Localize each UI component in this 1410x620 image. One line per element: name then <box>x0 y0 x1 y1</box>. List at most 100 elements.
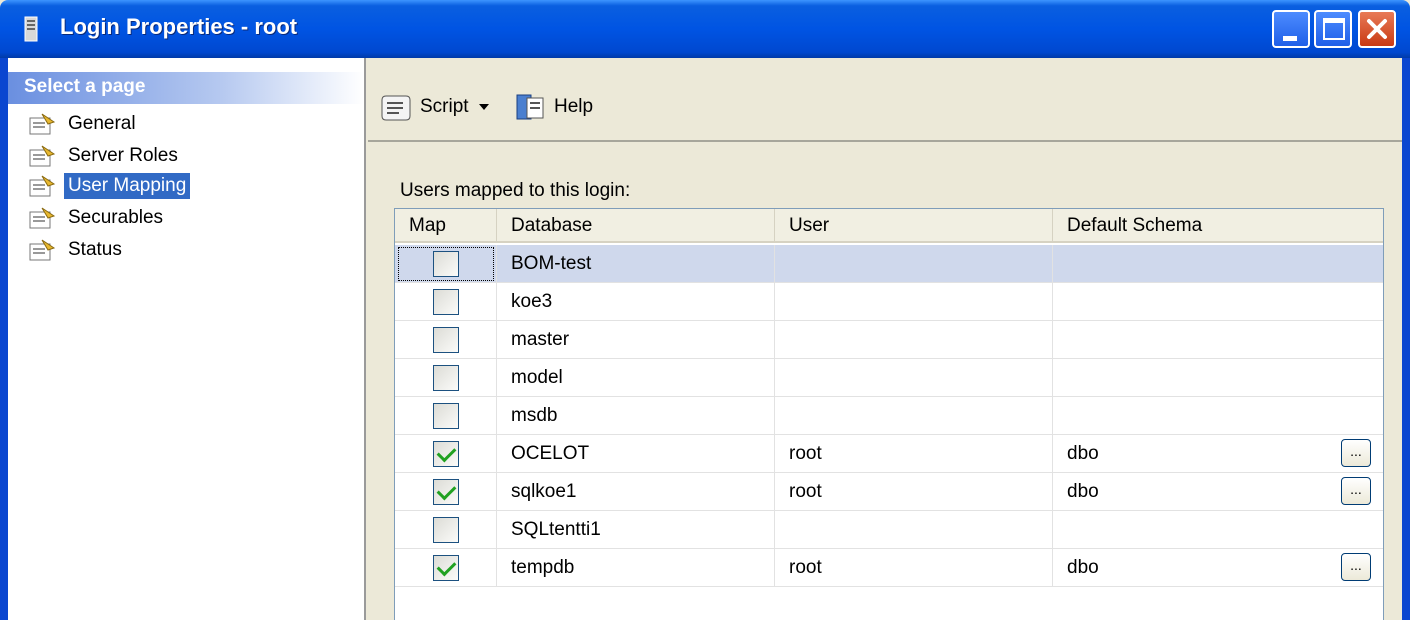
map-checkbox[interactable] <box>433 365 459 391</box>
map-checkbox[interactable] <box>433 403 459 429</box>
user-cell[interactable] <box>775 359 1053 397</box>
column-header-database[interactable]: Database <box>497 209 775 243</box>
sidebar-item-server-roles[interactable]: Server Roles <box>28 142 182 170</box>
map-checkbox[interactable] <box>433 441 459 467</box>
script-label: Script <box>420 96 469 117</box>
minimize-button[interactable] <box>1272 10 1310 48</box>
help-label: Help <box>554 96 594 117</box>
column-header-map[interactable]: Map <box>395 209 497 243</box>
map-cell[interactable] <box>395 397 497 435</box>
table-row[interactable]: SQLtentti1 <box>395 511 1383 549</box>
user-cell[interactable]: root <box>775 549 1053 587</box>
schema-cell[interactable]: dbo <box>1053 549 1383 587</box>
close-icon <box>1367 19 1387 39</box>
minimize-icon <box>1283 36 1297 41</box>
table-row[interactable]: msdb <box>395 397 1383 435</box>
table-row[interactable]: OCELOT root dbo ... <box>395 435 1383 473</box>
sidebar-item-label: Securables <box>68 207 164 228</box>
map-checkbox[interactable] <box>433 289 459 315</box>
database-cell[interactable]: OCELOT <box>497 435 775 473</box>
sidebar-item-securables[interactable]: Securables <box>28 204 167 232</box>
window-frame-left <box>0 58 8 620</box>
database-cell[interactable]: master <box>497 321 775 359</box>
map-cell[interactable] <box>395 511 497 549</box>
database-cell[interactable]: sqlkoe1 <box>497 473 775 511</box>
map-cell[interactable] <box>395 549 497 587</box>
database-cell[interactable]: tempdb <box>497 549 775 587</box>
properties-page-icon <box>29 175 56 197</box>
sidebar-item-label: Server Roles <box>68 145 178 166</box>
schema-value: dbo <box>1067 557 1099 578</box>
map-checkbox[interactable] <box>433 251 459 277</box>
properties-page-icon <box>29 113 56 135</box>
script-icon <box>381 95 411 121</box>
toolbar: Script Help <box>368 72 1402 142</box>
title-bar[interactable]: Login Properties - root <box>0 0 1410 58</box>
browse-schema-button[interactable]: ... <box>1341 439 1371 467</box>
schema-value: dbo <box>1067 481 1099 502</box>
table-row[interactable]: master <box>395 321 1383 359</box>
user-cell[interactable]: root <box>775 473 1053 511</box>
maximize-button[interactable] <box>1314 10 1352 48</box>
user-mapping-grid[interactable]: Map Database User Default Schema BOM-tes… <box>394 208 1384 620</box>
schema-cell[interactable] <box>1053 397 1383 435</box>
user-cell[interactable] <box>775 245 1053 283</box>
server-icon <box>24 16 38 42</box>
map-cell[interactable] <box>395 359 497 397</box>
map-cell[interactable] <box>395 321 497 359</box>
properties-page-icon <box>29 207 56 229</box>
schema-cell[interactable] <box>1053 321 1383 359</box>
user-cell[interactable] <box>775 397 1053 435</box>
map-checkbox[interactable] <box>433 555 459 581</box>
map-cell[interactable] <box>395 435 497 473</box>
schema-cell[interactable] <box>1053 511 1383 549</box>
browse-schema-button[interactable]: ... <box>1341 553 1371 581</box>
script-button[interactable]: Script <box>380 92 489 122</box>
help-button[interactable]: Help <box>514 92 593 122</box>
sidebar-item-status[interactable]: Status <box>28 236 126 264</box>
schema-cell[interactable] <box>1053 283 1383 321</box>
close-button[interactable] <box>1358 10 1396 48</box>
sidebar-item-label: General <box>68 113 136 134</box>
schema-cell[interactable]: dbo <box>1053 473 1383 511</box>
window-frame-right <box>1402 58 1410 620</box>
schema-cell[interactable] <box>1053 359 1383 397</box>
column-header-user[interactable]: User <box>775 209 1053 243</box>
user-cell[interactable] <box>775 511 1053 549</box>
map-checkbox[interactable] <box>433 327 459 353</box>
table-row[interactable]: sqlkoe1 root dbo ... <box>395 473 1383 511</box>
browse-schema-button[interactable]: ... <box>1341 477 1371 505</box>
map-cell[interactable] <box>395 245 497 283</box>
help-icon <box>516 94 544 120</box>
map-cell[interactable] <box>395 283 497 321</box>
table-row[interactable]: koe3 <box>395 283 1383 321</box>
user-cell[interactable]: root <box>775 435 1053 473</box>
schema-cell[interactable]: dbo <box>1053 435 1383 473</box>
schema-cell[interactable] <box>1053 245 1383 283</box>
chevron-down-icon[interactable] <box>478 104 489 110</box>
sidebar-item-label: User Mapping <box>64 173 191 199</box>
properties-page-icon <box>29 239 56 261</box>
map-cell[interactable] <box>395 473 497 511</box>
database-cell[interactable]: SQLtentti1 <box>497 511 775 549</box>
schema-value: dbo <box>1067 443 1099 464</box>
column-header-default-schema[interactable]: Default Schema <box>1053 209 1383 243</box>
map-checkbox[interactable] <box>433 517 459 543</box>
select-page-header: Select a page <box>8 72 364 104</box>
database-cell[interactable]: BOM-test <box>497 245 775 283</box>
sidebar-item-user-mapping[interactable]: User Mapping <box>28 172 191 200</box>
database-cell[interactable]: koe3 <box>497 283 775 321</box>
table-row[interactable]: model <box>395 359 1383 397</box>
database-cell[interactable]: msdb <box>497 397 775 435</box>
sidebar-item-general[interactable]: General <box>28 110 140 138</box>
sidebar-item-label: Status <box>68 239 122 260</box>
user-cell[interactable] <box>775 283 1053 321</box>
users-mapped-label: Users mapped to this login: <box>400 180 631 201</box>
grid-header: Map Database User Default Schema <box>395 209 1383 243</box>
table-row[interactable]: tempdb root dbo ... <box>395 549 1383 587</box>
user-cell[interactable] <box>775 321 1053 359</box>
database-cell[interactable]: model <box>497 359 775 397</box>
map-checkbox[interactable] <box>433 479 459 505</box>
properties-page-icon <box>29 145 56 167</box>
table-row[interactable]: BOM-test <box>395 245 1383 283</box>
